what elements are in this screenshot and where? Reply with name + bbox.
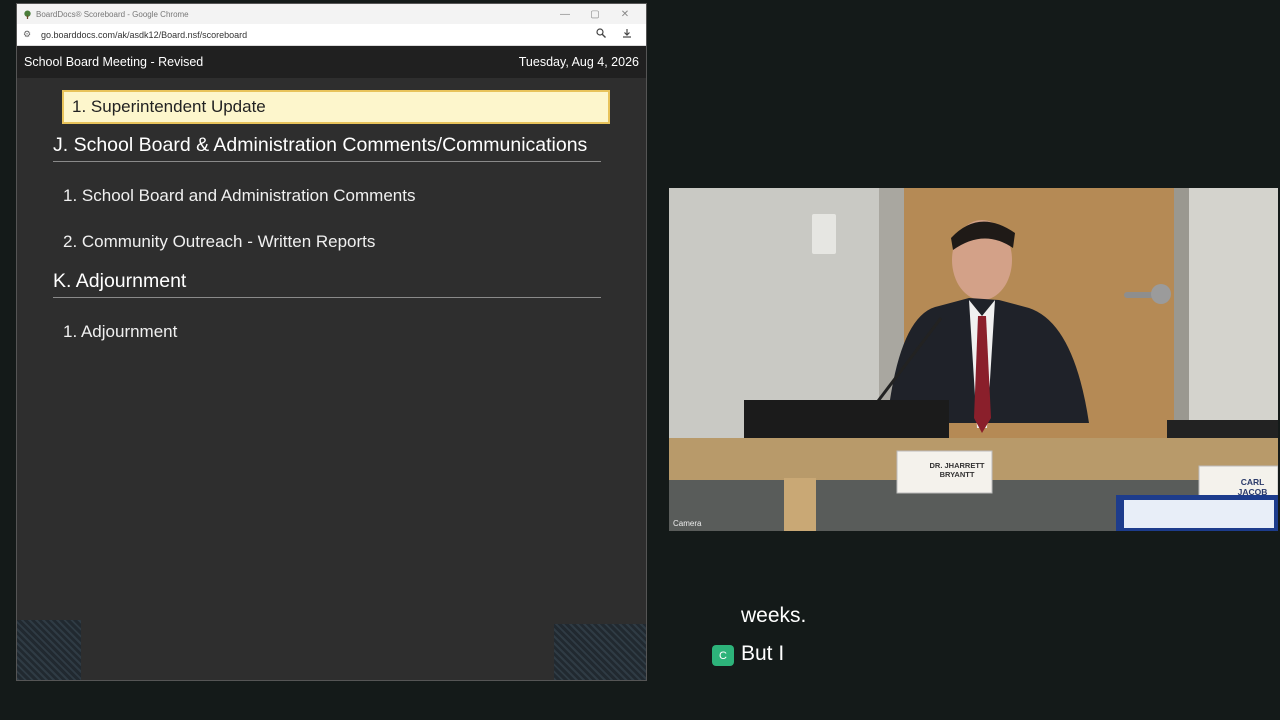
section-heading-k[interactable]: K. Adjournment xyxy=(53,270,601,298)
download-icon[interactable] xyxy=(614,28,640,41)
section-heading-j[interactable]: J. School Board & Administration Comment… xyxy=(53,134,601,162)
zoom-icon[interactable] xyxy=(588,28,614,41)
window-title: BoardDocs® Scoreboard - Google Chrome xyxy=(36,9,189,19)
caption-line-1: weeks. xyxy=(741,604,807,627)
agenda-item[interactable]: 2. Community Outreach - Written Reports xyxy=(63,232,375,252)
camera-label: Camera xyxy=(673,519,702,528)
camera-scene xyxy=(669,188,1278,531)
agenda-scoreboard: 1. Superintendent Update J. School Board… xyxy=(17,78,646,680)
maximize-button[interactable]: ▢ xyxy=(580,9,610,20)
meeting-date: Tuesday, Aug 4, 2026 xyxy=(518,55,639,69)
camera-feed: DR. JHARRETT BRYANTT CARL JACOB Camera xyxy=(669,188,1278,531)
decorative-pattern xyxy=(554,624,646,680)
site-info-icon[interactable]: ⚙ xyxy=(23,29,37,40)
nameplate-jacob: CARL JACOB xyxy=(1237,477,1268,497)
agenda-item[interactable]: 1. School Board and Administration Comme… xyxy=(63,186,415,206)
browser-titlebar: BoardDocs® Scoreboard - Google Chrome — … xyxy=(17,4,646,24)
browser-window: BoardDocs® Scoreboard - Google Chrome — … xyxy=(16,3,647,681)
url-text[interactable]: go.boarddocs.com/ak/asdk12/Board.nsf/sco… xyxy=(41,30,588,40)
boarddocs-tree-icon xyxy=(24,9,31,19)
decorative-pattern xyxy=(17,620,81,680)
caption-line-2: But I xyxy=(741,642,785,665)
nameplate-bryantt: DR. JHARRETT BRYANTT xyxy=(929,461,985,479)
agenda-item[interactable]: 1. Adjournment xyxy=(63,322,177,342)
closed-caption-icon: C xyxy=(712,645,734,666)
close-button[interactable]: ✕ xyxy=(610,9,640,20)
active-agenda-item[interactable]: 1. Superintendent Update xyxy=(62,90,610,124)
minimize-button[interactable]: — xyxy=(550,9,580,20)
board-header: School Board Meeting - Revised Tuesday, … xyxy=(17,46,646,78)
meeting-title: School Board Meeting - Revised xyxy=(24,55,204,69)
address-bar[interactable]: ⚙ go.boarddocs.com/ak/asdk12/Board.nsf/s… xyxy=(17,24,646,46)
